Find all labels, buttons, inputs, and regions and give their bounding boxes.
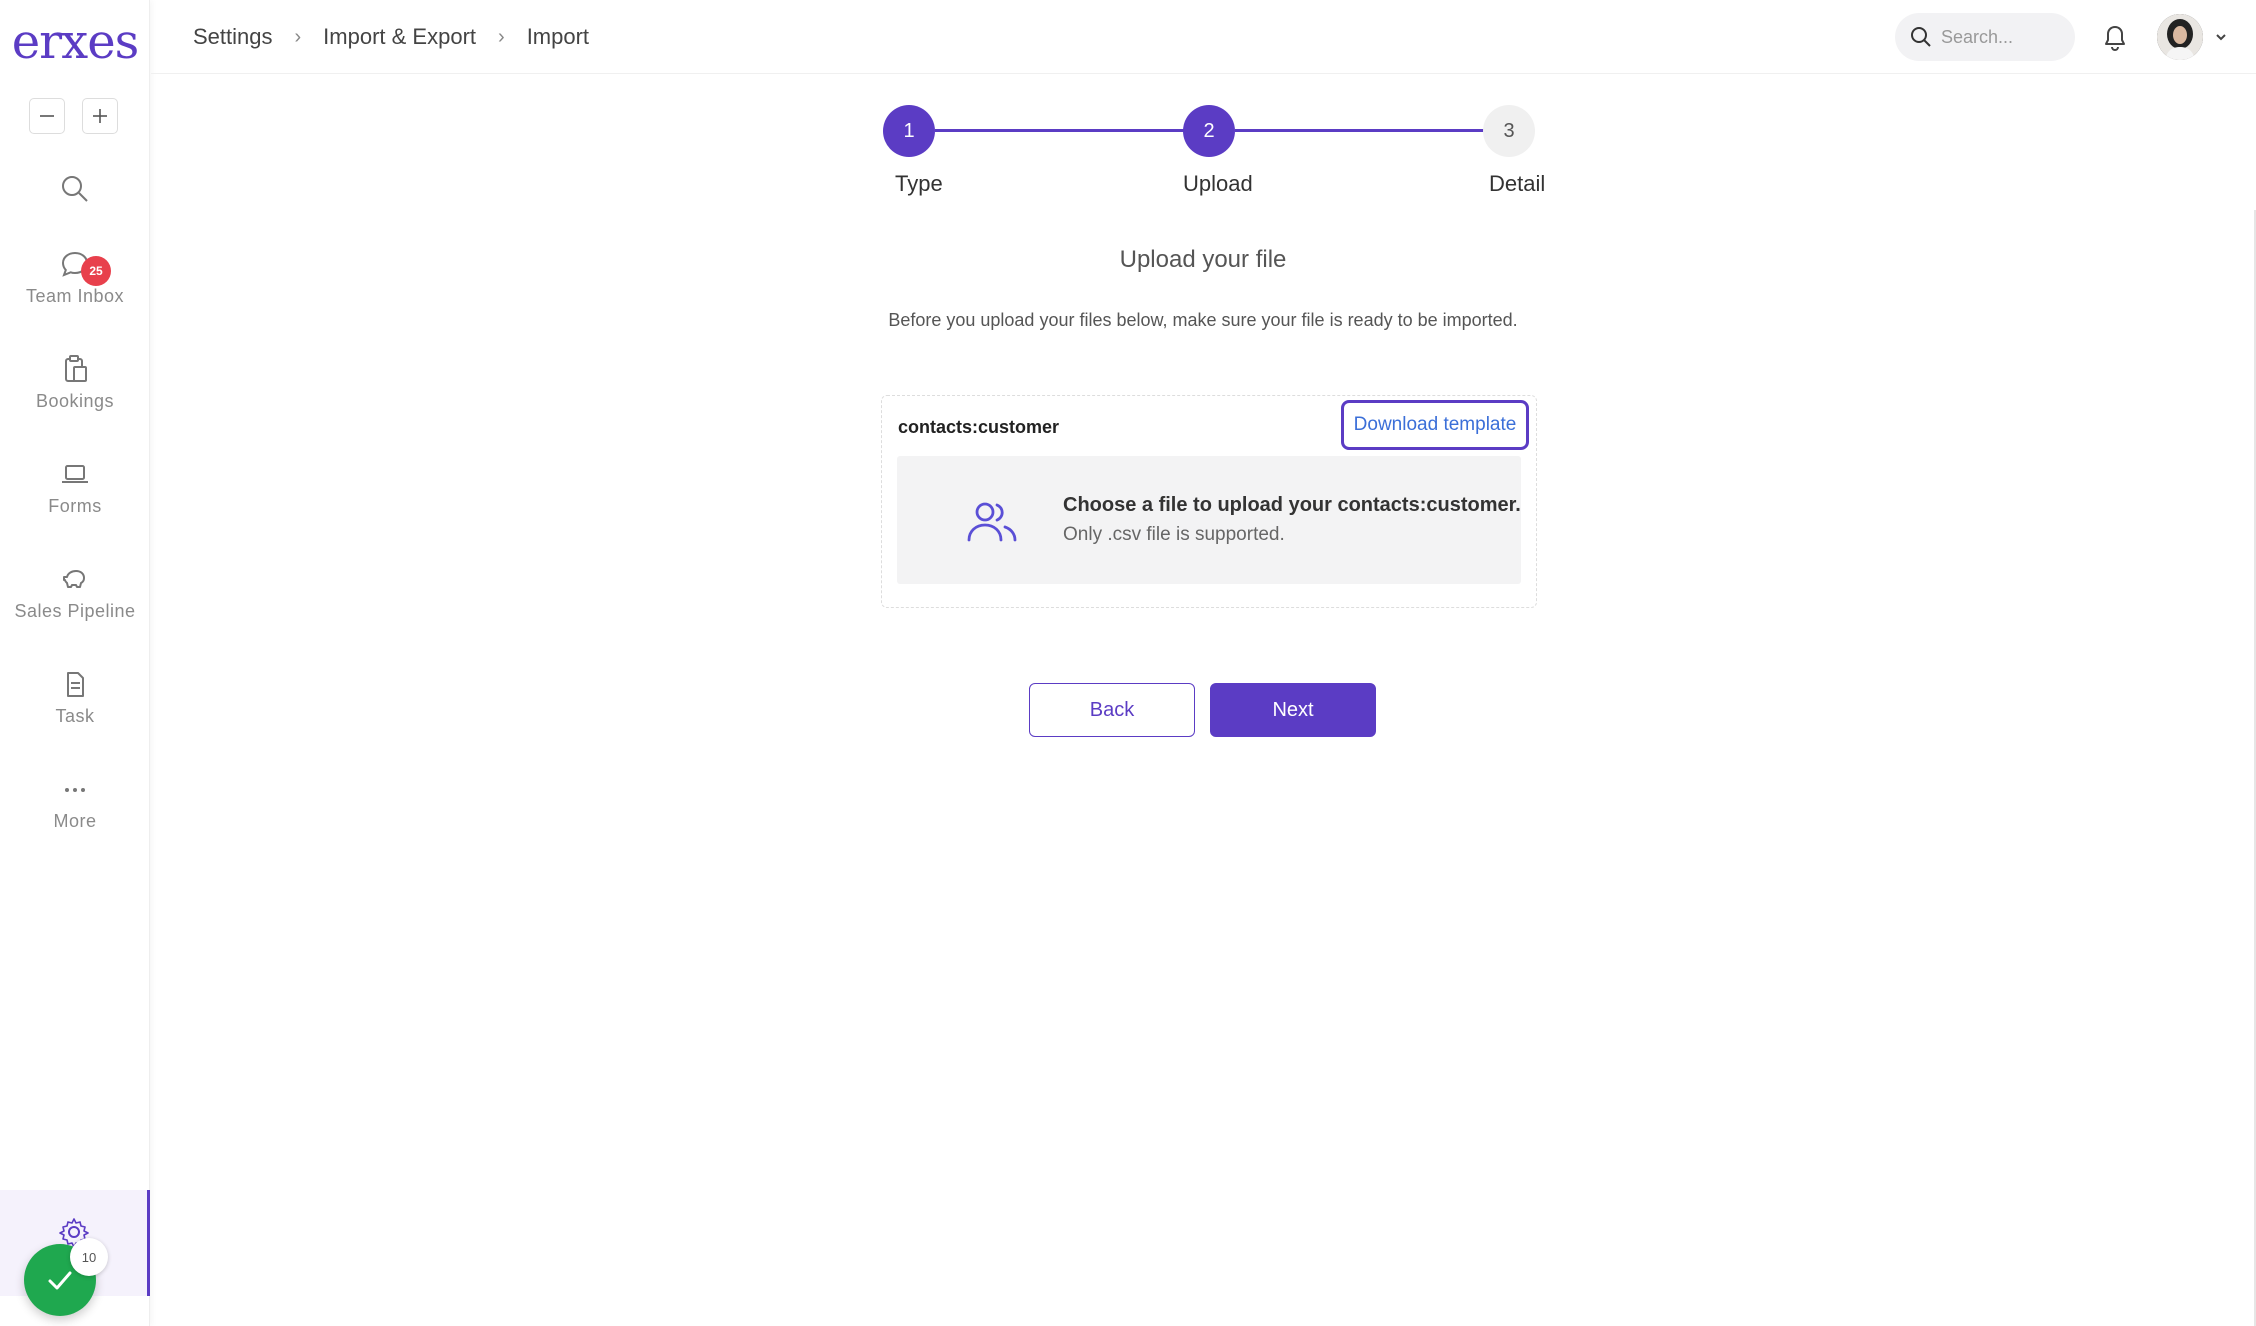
avatar[interactable] <box>2157 14 2203 60</box>
back-button[interactable]: Back <box>1029 683 1195 737</box>
sidebar-item-label: Forms <box>48 496 102 516</box>
piggy-bank-icon <box>63 570 85 588</box>
step-2-circle[interactable]: 2 <box>1183 105 1235 157</box>
sidebar-item-task[interactable]: Task <box>0 668 150 727</box>
breadcrumb-item-settings[interactable]: Settings <box>193 24 273 50</box>
stepper-connector-2 <box>1235 129 1485 132</box>
search-box[interactable] <box>1895 13 2075 61</box>
drop-zone-subtitle: Only .csv file is supported. <box>1063 524 1285 545</box>
sidebar-item-label: Bookings <box>35 391 115 411</box>
breadcrumb-separator: › <box>294 25 302 48</box>
search-icon <box>1911 27 1931 47</box>
sidebar-item-label: Team Inbox <box>25 286 125 306</box>
page-description: Before you upload your files below, make… <box>888 310 1518 330</box>
sidebar: erxes Team Inbox 25 Bookings Forms Sales… <box>0 0 150 1326</box>
download-template-button[interactable]: Download template <box>1341 400 1529 450</box>
users-icon <box>967 502 1017 542</box>
sidebar-item-search[interactable] <box>0 172 150 206</box>
notifications-button[interactable] <box>2102 24 2128 57</box>
user-avatar-icon <box>2157 14 2203 60</box>
page-title: Upload your file <box>1119 246 1287 273</box>
zoom-in-button[interactable] <box>82 98 118 134</box>
drop-zone-title: Choose a file to upload your contacts:cu… <box>1063 494 1521 516</box>
sidebar-item-forms[interactable]: Forms <box>0 458 150 517</box>
upload-card: contacts:customer Download template Choo… <box>881 395 1537 608</box>
stepper-connector-1 <box>935 129 1185 132</box>
file-drop-zone[interactable]: Choose a file to upload your contacts:cu… <box>897 456 1521 584</box>
sidebar-item-label: Task <box>55 706 95 726</box>
page-title-wrap: Upload your file <box>0 246 2256 274</box>
sidebar-item-label: More <box>53 811 97 831</box>
step-2-label: Upload <box>1183 171 1253 196</box>
sidebar-item-bookings[interactable]: Bookings <box>0 353 150 412</box>
checkmark-icon <box>48 1271 72 1290</box>
step-1-label: Type <box>895 171 943 196</box>
step-1-circle[interactable]: 1 <box>883 105 935 157</box>
user-menu-dropdown[interactable] <box>2214 30 2228 49</box>
more-icon <box>65 788 85 792</box>
breadcrumb-item-import: Import <box>526 24 590 49</box>
onboarding-count-badge: 10 <box>70 1238 108 1276</box>
bell-icon <box>2105 26 2125 52</box>
next-button[interactable]: Next <box>1210 683 1376 737</box>
zoom-out-button[interactable] <box>29 98 65 134</box>
minus-icon <box>40 115 54 117</box>
logo[interactable]: erxes <box>0 14 150 70</box>
plus-icon <box>93 109 107 123</box>
search-icon <box>62 176 88 202</box>
breadcrumb: Settings › Import & Export › Import <box>193 24 589 50</box>
clipboard-icon <box>65 355 87 382</box>
sidebar-item-label: Sales Pipeline <box>14 601 136 621</box>
search-input[interactable] <box>1941 26 2071 48</box>
page-description-wrap: Before you upload your files below, make… <box>0 310 2256 331</box>
step-3-circle: 3 <box>1483 105 1535 157</box>
chevron-down-icon <box>2216 34 2226 41</box>
breadcrumb-separator: › <box>498 25 505 48</box>
document-icon <box>67 672 84 697</box>
step-3-label: Detail <box>1489 171 1546 196</box>
sidebar-item-sales-pipeline[interactable]: Sales Pipeline <box>0 563 150 622</box>
sidebar-item-more[interactable]: More <box>0 773 150 832</box>
breadcrumb-item-import-export[interactable]: Import & Export <box>323 24 476 50</box>
import-type-name: contacts:customer <box>898 417 1060 437</box>
laptop-icon <box>62 465 88 483</box>
